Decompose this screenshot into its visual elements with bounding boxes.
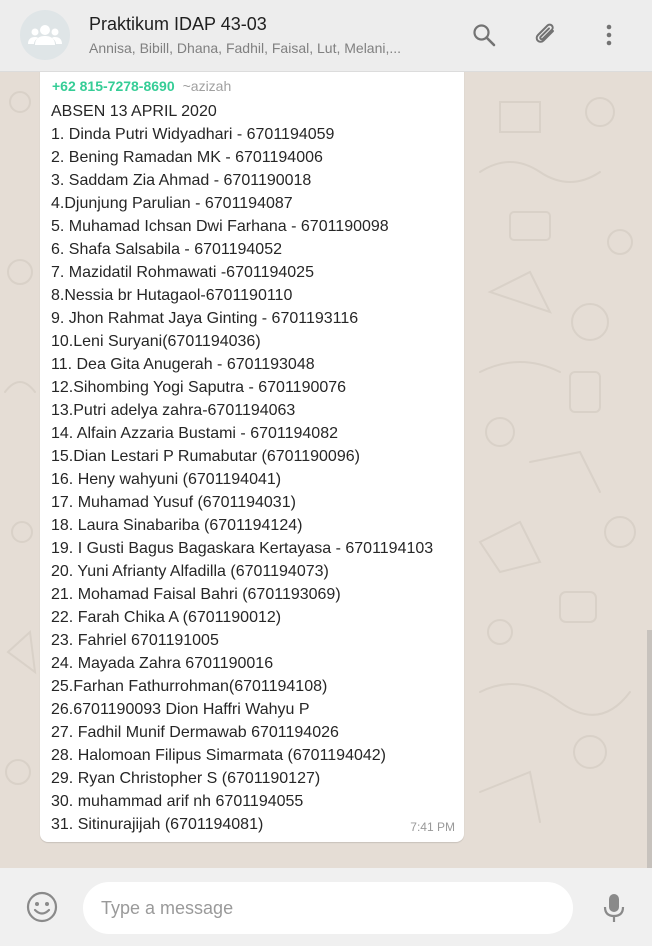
message-bubble[interactable]: +62 815-7278-8690 ~azizah ABSEN 13 APRIL …: [40, 72, 464, 842]
message-line: 13.Putri adelya zahra-6701194063: [51, 402, 296, 419]
chat-title[interactable]: Praktikum IDAP 43-03: [89, 14, 267, 35]
message-line: 5. Muhamad Ichsan Dwi Farhana - 67011900…: [51, 218, 389, 235]
message-line: 27. Fadhil Munif Dermawab 6701194026: [51, 724, 339, 741]
message-line: 26.6701190093 Dion Haffri Wahyu P: [51, 701, 310, 718]
message-line: 1. Dinda Putri Widyadhari - 6701194059: [51, 126, 335, 143]
message-line: 14. Alfain Azzaria Bustami - 6701194082: [51, 425, 338, 442]
message-line: 21. Mohamad Faisal Bahri (6701193069): [51, 586, 341, 603]
message-line: 30. muhammad arif nh 6701194055: [51, 793, 304, 810]
paperclip-icon[interactable]: [533, 22, 559, 48]
more-vertical-icon[interactable]: [596, 22, 622, 48]
microphone-icon[interactable]: [600, 892, 628, 924]
message-line: 6. Shafa Salsabila - 6701194052: [51, 241, 282, 258]
message-sender: +62 815-7278-8690 ~azizah: [52, 78, 231, 94]
chat-header: Praktikum IDAP 43-03 Annisa, Bibill, Dha…: [0, 0, 652, 72]
message-line: 22. Farah Chika A (6701190012): [51, 609, 282, 626]
search-icon[interactable]: [471, 22, 497, 48]
group-avatar-icon[interactable]: [20, 10, 70, 60]
chat-participants[interactable]: Annisa, Bibill, Dhana, Fadhil, Faisal, L…: [89, 40, 449, 56]
message-line: 23. Fahriel 6701191005: [51, 632, 219, 649]
scrollbar-thumb[interactable]: [647, 630, 652, 868]
message-line: 16. Heny wahyuni (6701194041): [51, 471, 282, 488]
sender-phone[interactable]: +62 815-7278-8690: [52, 78, 175, 94]
message-line: 24. Mayada Zahra 6701190016: [51, 655, 274, 672]
chat-area[interactable]: +62 815-7278-8690 ~azizah ABSEN 13 APRIL …: [0, 72, 652, 868]
message-line: 2. Bening Ramadan MK - 6701194006: [51, 149, 323, 166]
message-line: 28. Halomoan Filipus Simarmata (67011940…: [51, 747, 386, 764]
message-line: 8.Nessia br Hutagaol-6701190110: [51, 287, 293, 304]
message-line: 7. Mazidatil Rohmawati -6701194025: [51, 264, 314, 281]
message-composer: [0, 868, 652, 946]
message-line: 9. Jhon Rahmat Jaya Ginting - 6701193116: [51, 310, 359, 327]
message-line: 25.Farhan Fathurrohman(6701194108): [51, 678, 328, 695]
message-line: 15.Dian Lestari P Rumabutar (6701190096): [51, 448, 360, 465]
message-line: 4.Djunjung Parulian - 6701194087: [51, 195, 293, 212]
message-line: 10.Leni Suryani(6701194036): [51, 333, 261, 350]
message-line: 11. Dea Gita Anugerah - 6701193048: [51, 356, 315, 373]
sender-name: ~azizah: [182, 78, 232, 94]
message-text: ABSEN 13 APRIL 2020 1. Dinda Putri Widya…: [51, 100, 433, 836]
message-line: 12.Sihombing Yogi Saputra - 6701190076: [51, 379, 347, 396]
message-input[interactable]: [83, 882, 573, 934]
message-line: 29. Ryan Christopher S (6701190127): [51, 770, 321, 787]
message-line: 17. Muhamad Yusuf (6701194031): [51, 494, 296, 511]
message-line: 31. Sitinurajijah (6701194081): [51, 816, 264, 833]
emoji-icon[interactable]: [25, 890, 59, 924]
message-line: ABSEN 13 APRIL 2020: [51, 103, 217, 120]
message-line: 20. Yuni Afrianty Alfadilla (6701194073): [51, 563, 329, 580]
message-line: 19. I Gusti Bagus Bagaskara Kertayasa - …: [51, 540, 434, 557]
message-timestamp: 7:41 PM: [410, 820, 455, 834]
message-line: 18. Laura Sinabariba (6701194124): [51, 517, 303, 534]
message-line: 3. Saddam Zia Ahmad - 6701190018: [51, 172, 312, 189]
